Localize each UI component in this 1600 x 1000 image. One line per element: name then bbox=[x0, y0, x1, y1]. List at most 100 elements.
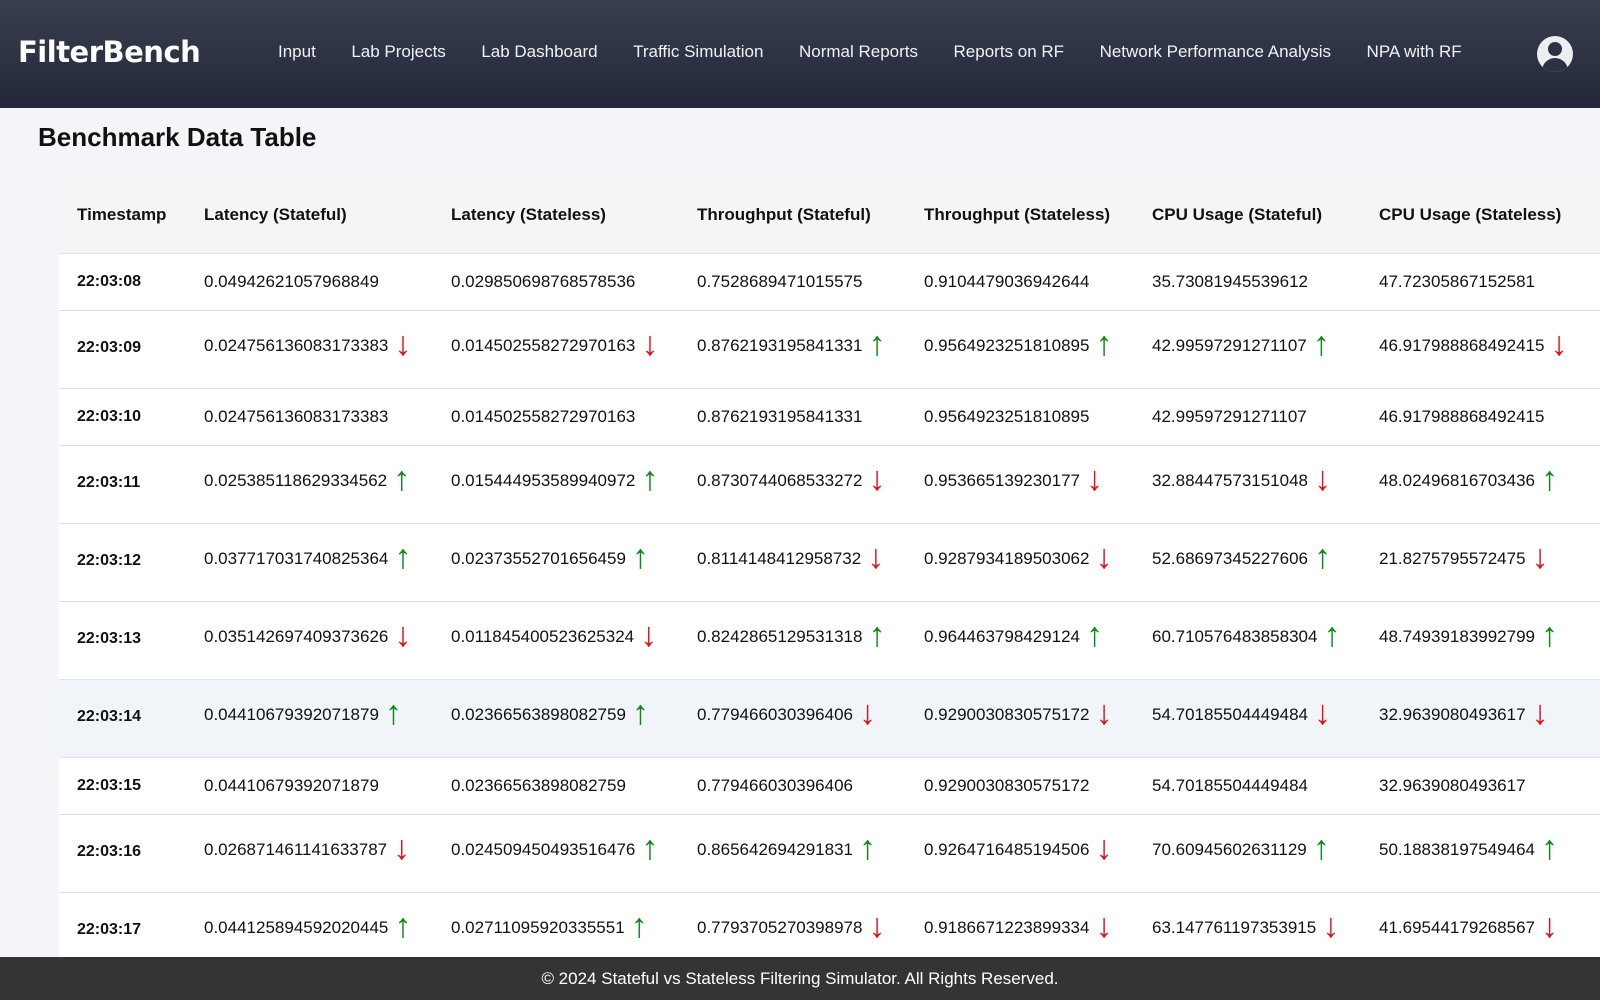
arrow-up-icon: ↑ bbox=[631, 537, 649, 576]
nav-item-npa-with-rf[interactable]: NPA with RF bbox=[1367, 42, 1462, 62]
nav-item-reports-on-rf[interactable]: Reports on RF bbox=[954, 42, 1065, 62]
arrow-up-icon: ↑ bbox=[384, 693, 402, 732]
value-text: 0.9564923251810895 bbox=[924, 406, 1090, 426]
arrow-down-icon: ↓ bbox=[859, 693, 876, 732]
arrow-down-icon: ↓ bbox=[1531, 693, 1549, 732]
value-cell: 41.69544179268567 ↓ bbox=[1361, 891, 1600, 957]
value-cell: 50.18838197549464 ↑ bbox=[1361, 813, 1600, 892]
value-text: 0.865642694291831 bbox=[697, 839, 853, 859]
value-text: 0.8114148412958732 bbox=[697, 548, 862, 568]
arrow-down-icon: ↓ bbox=[868, 906, 886, 945]
value-text: 48.02496816703436 bbox=[1379, 470, 1535, 490]
brand-logo[interactable]: FilterBench bbox=[18, 35, 201, 69]
value-cell: 0.9290030830575172 bbox=[906, 756, 1134, 814]
arrow-down-icon: ↓ bbox=[1314, 693, 1331, 732]
value-cell: 0.779466030396406 bbox=[679, 756, 906, 814]
timestamp-cell: 22:03:16 bbox=[59, 813, 186, 892]
footer: © 2024 Stateful vs Stateless Filtering S… bbox=[0, 957, 1600, 1000]
value-cell: 0.044125894592020445 ↑ bbox=[186, 891, 433, 957]
value-cell: 0.9290030830575172 ↓ bbox=[906, 678, 1134, 757]
arrow-down-icon: ↓ bbox=[394, 615, 412, 654]
value-text: 32.9639080493617 bbox=[1379, 704, 1526, 724]
arrow-up-icon: ↑ bbox=[1314, 537, 1331, 576]
page-title: Benchmark Data Table bbox=[38, 122, 317, 152]
value-text: 0.8762193195841331 bbox=[697, 335, 863, 355]
table-row[interactable]: 22:03:13 0.035142697409373626 ↓ 0.011845400… bbox=[59, 600, 1600, 679]
nav-item-traffic-simulation[interactable]: Traffic Simulation bbox=[633, 42, 763, 62]
arrow-up-icon: ↑ bbox=[868, 615, 886, 654]
table-row[interactable]: 22:03:12 0.037717031740825364 ↑ 0.023735527… bbox=[59, 522, 1600, 601]
table-row[interactable]: 22:03:17 0.044125894592020445 ↑ 0.027110959… bbox=[59, 891, 1600, 957]
arrow-up-icon: ↑ bbox=[630, 906, 648, 945]
nav-item-normal-reports[interactable]: Normal Reports bbox=[799, 42, 918, 62]
nav-item-input[interactable]: Input bbox=[278, 42, 316, 62]
table-row[interactable]: 22:03:11 0.025385118629334562 ↑ 0.015444953… bbox=[59, 444, 1600, 523]
timestamp-cell: 22:03:17 bbox=[59, 891, 186, 957]
value-cell: 52.68697345227606 ↑ bbox=[1134, 522, 1361, 601]
arrow-down-icon: ↓ bbox=[640, 615, 658, 654]
arrow-down-icon: ↓ bbox=[1086, 459, 1103, 498]
nav-item-lab-dashboard[interactable]: Lab Dashboard bbox=[481, 42, 597, 62]
column-header: Latency (Stateful) bbox=[186, 177, 433, 253]
nav-item-network-performance-analysis[interactable]: Network Performance Analysis bbox=[1100, 42, 1331, 62]
value-cell: 48.02496816703436 ↑ bbox=[1361, 444, 1600, 523]
column-header: CPU Usage (Stateful) bbox=[1134, 177, 1361, 253]
value-cell: 0.025385118629334562 ↑ bbox=[186, 444, 433, 523]
arrow-down-icon: ↓ bbox=[641, 324, 659, 363]
value-cell: 0.9104479036942644 bbox=[906, 252, 1134, 310]
value-text: 0.9290030830575172 bbox=[924, 775, 1090, 795]
value-cell: 0.8242865129531318 ↑ bbox=[679, 600, 906, 679]
timestamp-cell: 22:03:15 bbox=[59, 756, 186, 814]
value-cell: 21.8275795572475 ↓ bbox=[1361, 522, 1600, 601]
value-cell: 0.04942621057968849 bbox=[186, 252, 433, 310]
value-cell: 0.779466030396406 ↓ bbox=[679, 678, 906, 757]
arrow-up-icon: ↑ bbox=[1323, 615, 1341, 654]
value-text: 46.917988868492415 bbox=[1379, 335, 1545, 355]
arrow-down-icon: ↓ bbox=[867, 537, 885, 576]
table-row[interactable]: 22:03:16 0.026871461141633787 ↓ 0.024509450… bbox=[59, 813, 1600, 892]
timestamp-cell: 22:03:14 bbox=[59, 678, 186, 757]
table-header-row: Timestamp Latency (Stateful) Latency (Stat… bbox=[59, 177, 1600, 253]
value-text: 0.029850698768578536 bbox=[451, 271, 636, 291]
value-text: 0.9186671223899334 bbox=[924, 917, 1090, 937]
value-text: 0.011845400523625324 bbox=[451, 626, 635, 646]
value-cell: 0.035142697409373626 ↓ bbox=[186, 600, 433, 679]
user-circle-icon[interactable] bbox=[1537, 36, 1573, 72]
value-cell: 0.024756136083173383 bbox=[186, 387, 433, 445]
table-row[interactable]: 22:03:15 0.04410679392071879 0.02366563898… bbox=[59, 756, 1600, 814]
arrow-down-icon: ↓ bbox=[393, 828, 411, 867]
value-cell: 54.70185504449484 bbox=[1134, 756, 1361, 814]
arrow-up-icon: ↑ bbox=[394, 537, 412, 576]
value-text: 0.044125894592020445 bbox=[204, 917, 389, 937]
value-text: 50.18838197549464 bbox=[1379, 839, 1535, 859]
value-text: 0.024509450493516476 bbox=[451, 839, 636, 859]
value-cell: 63.147761197353915 ↓ bbox=[1134, 891, 1361, 957]
value-cell: 48.74939183992799 ↑ bbox=[1361, 600, 1600, 679]
value-cell: 0.7528689471015575 bbox=[679, 252, 906, 310]
value-cell: 0.02373552701656459 ↑ bbox=[433, 522, 679, 601]
value-cell: 42.99597291271107 bbox=[1134, 387, 1361, 445]
value-cell: 0.029850698768578536 bbox=[433, 252, 679, 310]
value-cell: 0.024509450493516476 ↑ bbox=[433, 813, 679, 892]
value-cell: 32.9639080493617 bbox=[1361, 756, 1600, 814]
value-cell: 0.9564923251810895 bbox=[906, 387, 1134, 445]
nav-item-lab-projects[interactable]: Lab Projects bbox=[351, 42, 446, 62]
table-row[interactable]: 22:03:09 0.024756136083173383 ↓ 0.014502558… bbox=[59, 309, 1600, 388]
value-cell: 70.60945602631129 ↑ bbox=[1134, 813, 1361, 892]
table-row[interactable]: 22:03:14 0.04410679392071879 ↑ 0.0236656389… bbox=[59, 678, 1600, 757]
value-cell: 0.9287934189503062 ↓ bbox=[906, 522, 1134, 601]
value-cell: 0.026871461141633787 ↓ bbox=[186, 813, 433, 892]
table-row[interactable]: 22:03:10 0.024756136083173383 0.0145025582… bbox=[59, 387, 1600, 445]
value-cell: 0.037717031740825364 ↑ bbox=[186, 522, 433, 601]
value-cell: 42.99597291271107 ↑ bbox=[1134, 309, 1361, 388]
table-row[interactable]: 22:03:08 0.04942621057968849 0.02985069876… bbox=[59, 252, 1600, 310]
value-text: 0.8242865129531318 bbox=[697, 626, 863, 646]
value-text: 0.02366563898082759 bbox=[451, 775, 626, 795]
value-cell: 0.011845400523625324 ↓ bbox=[433, 600, 679, 679]
main-nav: Input Lab Projects Lab Dashboard Traffic… bbox=[278, 42, 1497, 62]
value-text: 0.015444953589940972 bbox=[451, 470, 636, 490]
column-header: Throughput (Stateful) bbox=[679, 177, 906, 253]
value-text: 0.037717031740825364 bbox=[204, 548, 389, 568]
value-text: 0.9564923251810895 bbox=[924, 335, 1090, 355]
benchmark-table-container[interactable]: Timestamp Latency (Stateful) Latency (Stat… bbox=[59, 177, 1600, 957]
